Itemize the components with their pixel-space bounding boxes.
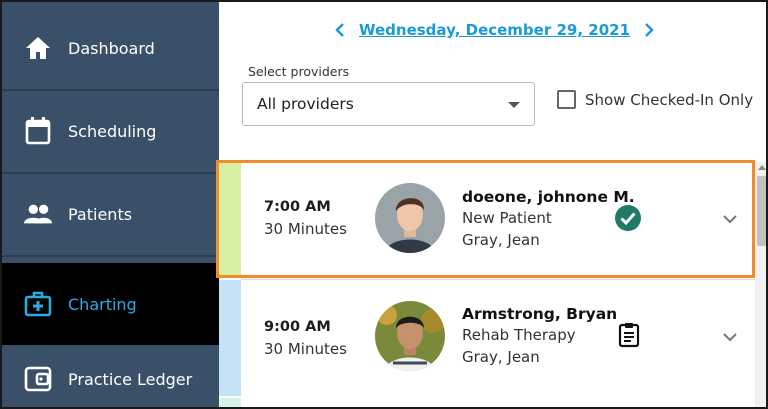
main-panel: Wednesday, December 29, 2021 Select prov… xyxy=(219,2,766,407)
appointment-type: New Patient xyxy=(462,209,552,227)
calendar-icon xyxy=(24,117,52,145)
caret-down-icon xyxy=(508,102,520,108)
sidebar-item-label: Practice Ledger xyxy=(68,369,193,389)
patient-name: doeone, johnone M. xyxy=(462,188,635,206)
appointment-provider: Gray, Jean xyxy=(462,348,540,366)
patient-name: Armstrong, Bryan xyxy=(462,305,618,323)
chevron-right-icon[interactable] xyxy=(642,20,656,40)
scroll-up-icon[interactable] xyxy=(758,165,766,170)
sidebar: Dashboard Scheduling Patients Charting P… xyxy=(2,2,219,407)
checked-in-filter[interactable]: Show Checked-In Only xyxy=(557,90,753,109)
sidebar-item-label: Scheduling xyxy=(68,121,157,141)
status-stripe xyxy=(219,162,241,278)
chevron-down-icon[interactable] xyxy=(721,330,739,344)
providers-select-value: All providers xyxy=(257,95,354,113)
sidebar-item-dashboard[interactable]: Dashboard xyxy=(2,7,219,89)
patient-avatar xyxy=(375,301,445,371)
appointment-row[interactable]: 7:00 AM 30 Minutes doeone, johnone M. Ne… xyxy=(219,162,755,278)
appointment-duration: 30 Minutes xyxy=(264,340,347,358)
appointment-duration: 30 Minutes xyxy=(264,220,347,238)
status-stripe xyxy=(219,280,241,396)
current-date-link[interactable]: Wednesday, December 29, 2021 xyxy=(359,21,630,39)
sidebar-item-label: Charting xyxy=(68,294,137,314)
sidebar-item-patients[interactable]: Patients xyxy=(2,173,219,255)
appointment-type: Rehab Therapy xyxy=(462,326,576,344)
patient-avatar xyxy=(375,183,445,253)
medical-kit-icon xyxy=(24,290,52,318)
appointment-time: 9:00 AM xyxy=(264,319,331,335)
providers-label: Select providers xyxy=(248,64,350,79)
scroll-thumb[interactable] xyxy=(757,176,766,246)
date-navigator: Wednesday, December 29, 2021 xyxy=(219,20,766,40)
clipboard-icon xyxy=(615,321,643,349)
checked-in-label: Show Checked-In Only xyxy=(585,90,754,109)
sidebar-item-practice-ledger[interactable]: Practice Ledger xyxy=(2,338,219,407)
home-icon xyxy=(24,34,52,62)
providers-select[interactable]: All providers xyxy=(242,82,535,126)
list-scrollbar[interactable] xyxy=(755,162,766,407)
sidebar-item-charting[interactable]: Charting xyxy=(2,263,219,345)
app-window: Dashboard Scheduling Patients Charting P… xyxy=(0,0,768,409)
sidebar-item-label: Dashboard xyxy=(68,38,155,58)
chevron-left-icon[interactable] xyxy=(333,20,347,40)
sidebar-item-scheduling[interactable]: Scheduling xyxy=(2,90,219,172)
checked-in-checkbox[interactable] xyxy=(557,90,576,109)
appointment-row[interactable]: 9:00 AM 30 Minutes Armstrong, Bryan Reha… xyxy=(219,280,755,396)
chevron-down-icon[interactable] xyxy=(721,212,739,226)
checked-in-icon xyxy=(614,204,642,232)
appointment-provider: Gray, Jean xyxy=(462,231,540,249)
people-icon xyxy=(24,200,52,228)
wallet-icon xyxy=(24,365,52,393)
sidebar-divider xyxy=(2,255,219,257)
appointment-list: 7:00 AM 30 Minutes doeone, johnone M. Ne… xyxy=(219,162,755,407)
appointment-time: 7:00 AM xyxy=(264,199,331,215)
sidebar-item-label: Patients xyxy=(68,204,133,224)
status-stripe xyxy=(219,398,241,407)
